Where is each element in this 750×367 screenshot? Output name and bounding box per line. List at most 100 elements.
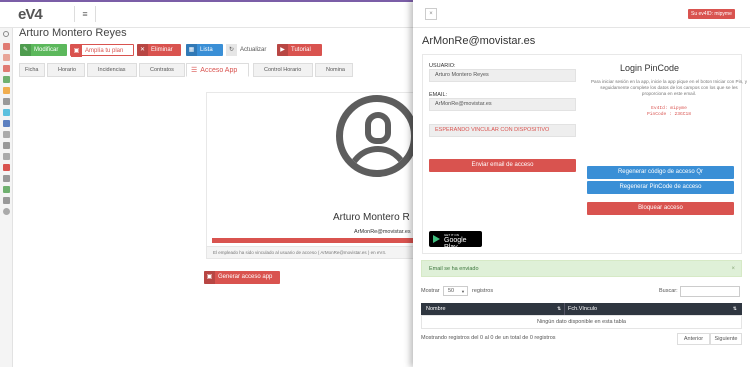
prev-page-button[interactable]: Anterior xyxy=(677,333,710,345)
app-logo[interactable]: eV4 xyxy=(18,6,43,23)
search-label: Buscar: xyxy=(659,288,678,294)
ev4id-badge: Su ev4ID: mipyme xyxy=(688,9,735,19)
list-icon: ☰ xyxy=(191,67,198,74)
search-input[interactable] xyxy=(680,286,740,297)
panel-title: ArMonRe@movistar.es xyxy=(422,35,536,47)
email-field[interactable]: ArMonRe@movistar.es xyxy=(429,98,576,111)
close-icon: ✕ xyxy=(137,44,148,56)
generate-access-button[interactable]: ▣ Generar acceso app xyxy=(204,271,280,284)
table-info: Mostrando registros del 0 al 0 de un tot… xyxy=(421,335,556,341)
document-icon[interactable] xyxy=(3,65,10,72)
tab-control-horario[interactable]: Control Horario xyxy=(253,63,313,77)
help-icon[interactable] xyxy=(3,208,10,215)
gplay-big-text: Google Play xyxy=(444,237,467,251)
upgrade-label: Amplía tu plan xyxy=(85,48,124,54)
avatar-icon xyxy=(336,95,418,177)
hamburger-icon[interactable]: ≡ xyxy=(74,6,96,22)
block-access-button[interactable]: Bloquear acceso xyxy=(587,202,734,215)
tab-label: Control Horario xyxy=(264,67,302,73)
chart-icon[interactable] xyxy=(3,76,10,83)
alert-text: Email se ha enviado xyxy=(429,266,479,272)
pincode-code: PinCode : 23GC18 xyxy=(590,112,748,118)
link-notice: El empleado ha sido vinculado al usuario… xyxy=(206,246,416,259)
card-bar xyxy=(212,238,416,243)
login-description: Para iniciar sesión en la app, inicie la… xyxy=(590,79,748,96)
send-email-button[interactable]: Enviar email de acceso xyxy=(429,159,576,172)
chevron-down-icon: ▼ xyxy=(461,289,465,294)
card-name: Arturo Montero R xyxy=(333,212,410,223)
cube-icon: ▣ xyxy=(204,271,215,284)
upgrade-plan-button[interactable]: ▣ Amplía tu plan xyxy=(70,44,134,57)
table-row: Ningún dato disponible en esta tabla xyxy=(421,315,742,329)
tab-acceso-app[interactable]: ☰ Acceso App xyxy=(186,63,249,77)
signal-icon[interactable] xyxy=(3,164,10,171)
clipboard-icon[interactable] xyxy=(3,109,10,116)
regenerate-pin-button[interactable]: Regenerar PinCode de acceso xyxy=(587,181,734,194)
list-icon[interactable] xyxy=(3,175,10,182)
panel-header: × Su ev4ID: mipyme xyxy=(413,0,750,28)
box-icon[interactable] xyxy=(3,131,10,138)
col-nombre[interactable]: Nombre xyxy=(426,303,446,315)
list-button[interactable]: ▦ Lista xyxy=(186,44,223,56)
play-icon: ▶ xyxy=(277,44,288,56)
tab-label: Contratos xyxy=(150,67,174,73)
col-divider xyxy=(564,303,565,315)
alert-close-icon[interactable]: × xyxy=(731,261,735,277)
users-icon[interactable] xyxy=(3,87,10,94)
pincode-line: PinCode : 23GC18 xyxy=(646,112,692,117)
briefcase-icon[interactable] xyxy=(3,98,10,105)
avatar-head xyxy=(365,112,391,144)
tab-label: Horario xyxy=(58,67,77,73)
tab-nomina[interactable]: Nomina xyxy=(315,63,353,77)
ev4id-line: Ev4Id: mipyme xyxy=(651,106,687,111)
tab-contratos[interactable]: Contratos xyxy=(139,63,185,77)
refresh-button[interactable]: ↻ Actualizar xyxy=(226,44,274,56)
close-button[interactable]: × xyxy=(425,8,437,20)
page-size-value: 50 xyxy=(448,288,455,294)
play-store-icon xyxy=(433,235,440,243)
next-page-button[interactable]: Siguiente xyxy=(710,333,742,345)
home-icon[interactable] xyxy=(3,43,10,50)
card-email: ArMonRe@movistar.es xyxy=(354,229,411,235)
book-icon[interactable] xyxy=(3,186,10,193)
card-icon[interactable] xyxy=(3,120,10,127)
clock-icon[interactable] xyxy=(3,153,10,160)
col-fch-vinculo[interactable]: Fch.Vínculo xyxy=(568,303,597,315)
tab-ficha[interactable]: Ficha xyxy=(19,63,45,77)
regenerate-qr-button[interactable]: Regenerar código de acceso Qr xyxy=(587,166,734,179)
exit-icon[interactable] xyxy=(3,197,10,204)
tab-label: Incidencias xyxy=(98,67,126,73)
tab-label: Acceso App xyxy=(200,67,238,74)
tab-label: Nomina xyxy=(326,67,345,73)
search-icon[interactable] xyxy=(3,31,9,37)
sort-icon[interactable]: ⇅ xyxy=(557,303,561,315)
status-field: ESPERANDO VINCULAR CON DISPOSITIVO xyxy=(429,124,576,137)
tab-horario[interactable]: Horario xyxy=(47,63,85,77)
refresh-label: Actualizar xyxy=(240,47,267,53)
grid-icon: ▦ xyxy=(186,44,197,56)
success-alert: Email se ha enviado × xyxy=(421,260,742,277)
delete-label: Eliminar xyxy=(151,47,173,53)
usuario-field[interactable]: Arturo Montero Reyes xyxy=(429,69,576,82)
page-size-select[interactable]: 50 ▼ xyxy=(443,286,468,296)
show-label: Mostrar xyxy=(421,288,440,294)
tab-incidencias[interactable]: Incidencias xyxy=(87,63,137,77)
refresh-icon: ↻ xyxy=(226,44,237,56)
login-pincode-title: Login PinCode xyxy=(620,63,680,73)
google-play-badge[interactable]: GET IT ON Google Play xyxy=(429,231,482,251)
folder-icon[interactable] xyxy=(3,142,10,149)
tutorial-button[interactable]: ▶ Tutorial xyxy=(277,44,322,56)
page-title: Arturo Montero Reyes xyxy=(19,27,127,39)
tab-label: Ficha xyxy=(25,67,39,73)
list-label: Lista xyxy=(200,47,213,53)
store-icon: ▣ xyxy=(71,45,82,57)
records-label: registros xyxy=(472,288,494,294)
sort-icon-2[interactable]: ⇅ xyxy=(733,303,737,315)
sidebar xyxy=(0,28,13,367)
delete-button[interactable]: ✕ Eliminar xyxy=(137,44,181,56)
modify-button[interactable]: ✎ Modificar xyxy=(20,44,67,56)
tutorial-label: Tutorial xyxy=(291,47,311,53)
calendar-icon[interactable] xyxy=(3,54,10,61)
pencil-icon: ✎ xyxy=(20,44,31,56)
modify-label: Modificar xyxy=(34,47,59,53)
